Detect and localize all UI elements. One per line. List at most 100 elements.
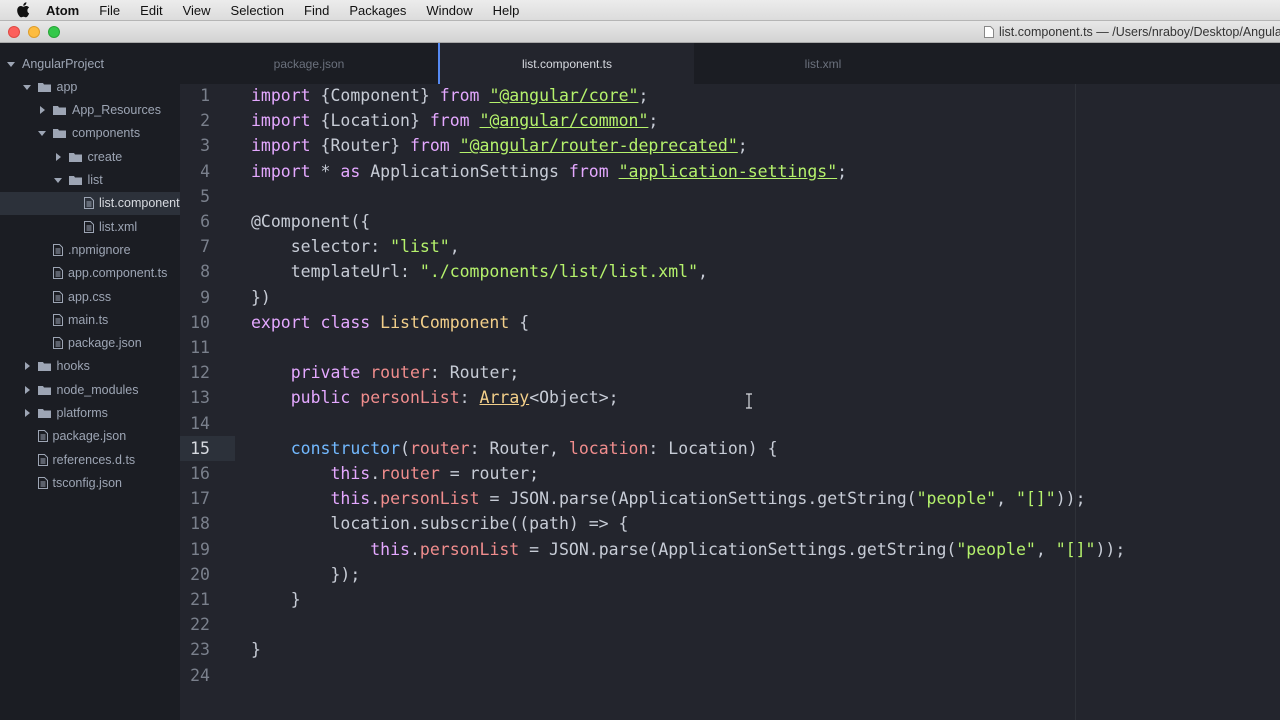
code-token: as — [340, 161, 361, 181]
code-token: router — [409, 438, 470, 458]
file-text-icon — [53, 267, 63, 280]
tab-package-json[interactable]: package.json — [180, 43, 438, 84]
menu-window[interactable]: Window — [426, 3, 472, 18]
tree-item-tsconfig-json[interactable]: tsconfig.json — [0, 471, 180, 494]
code-line: public personList: Array<Object>; — [251, 385, 619, 410]
tree-item-main-ts[interactable]: main.ts — [0, 308, 180, 331]
file-text-icon — [53, 243, 63, 256]
menu-atom[interactable]: Atom — [46, 3, 79, 18]
close-window-button[interactable] — [8, 26, 20, 38]
tree-item-npmignore[interactable]: .npmignore — [0, 238, 180, 261]
tree-item-components[interactable]: components — [0, 122, 180, 145]
menu-selection[interactable]: Selection — [231, 3, 284, 18]
code-line: } — [251, 587, 301, 612]
code-line: this.personList = JSON.parse(Application… — [251, 486, 1086, 511]
menu-find[interactable]: Find — [304, 3, 329, 18]
tree-item-label: list.xml — [99, 219, 138, 234]
code-token: )); — [1055, 489, 1086, 509]
chevron-right-icon[interactable] — [38, 106, 46, 115]
tree-item-label: create — [87, 149, 123, 164]
tree-item-angularproject[interactable]: AngularProject — [0, 52, 180, 75]
code-token: from — [439, 86, 480, 105]
code-line: import {Location} from "@angular/common"… — [251, 108, 658, 133]
minimize-window-button[interactable] — [28, 26, 40, 38]
tree-item-platforms[interactable]: platforms — [0, 402, 180, 425]
code-token: templateUrl: — [251, 262, 420, 282]
tree-item-hooks[interactable]: hooks — [0, 355, 180, 378]
folder-icon — [68, 152, 82, 162]
code-token: this — [330, 489, 371, 509]
menu-packages[interactable]: Packages — [349, 3, 406, 18]
code-token: ( — [400, 438, 410, 458]
tab-list-component-ts[interactable]: list.component.ts — [438, 43, 694, 84]
line-number: 5 — [200, 186, 210, 206]
file-text-icon — [37, 453, 48, 466]
code-token: )); — [1095, 539, 1126, 559]
tree-item-label: package.json — [68, 336, 142, 351]
file-text-icon — [53, 313, 63, 326]
tree-item-label: references.d.ts — [52, 452, 136, 467]
code-line: import {Component} from "@angular/core"; — [251, 84, 648, 108]
code-line: this.personList = JSON.parse(Application… — [251, 537, 1125, 562]
chevron-down-icon[interactable] — [7, 60, 15, 68]
tree-item-app[interactable]: app — [0, 75, 180, 98]
menu-edit[interactable]: Edit — [140, 3, 162, 18]
tree-item-package-json[interactable]: package.json — [0, 332, 180, 355]
code-token: . — [409, 539, 420, 559]
code-token: : — [459, 388, 480, 408]
zoom-window-button[interactable] — [48, 26, 60, 38]
chevron-down-icon[interactable] — [53, 176, 62, 184]
tree-item-list-component-ts[interactable]: list.component.ts — [0, 191, 180, 215]
chevron-right-icon[interactable] — [23, 409, 31, 417]
tree-item-package-json[interactable]: package.json — [0, 425, 180, 448]
code-token: location.subscribe((path) => { — [251, 514, 629, 534]
menu-view[interactable]: View — [183, 3, 211, 18]
tab-bar: package.json list.component.ts list.xml — [180, 43, 1280, 84]
line-number: 12 — [190, 363, 210, 383]
code-token: : Router; — [429, 363, 520, 383]
tab-list-xml[interactable]: list.xml — [694, 43, 952, 84]
code-token: Array — [479, 388, 530, 408]
tree-item-node-modules[interactable]: node_modules — [0, 378, 180, 401]
tree-item-app-component-ts[interactable]: app.component.ts — [0, 262, 180, 285]
line-number: 4 — [200, 161, 210, 181]
code-token: private — [290, 363, 361, 383]
tree-item-label: tsconfig.json — [52, 475, 122, 490]
tree-item-create[interactable]: create — [0, 145, 180, 168]
code-line: import * as ApplicationSettings from "ap… — [251, 159, 847, 184]
code-token: personList — [360, 388, 460, 408]
code-token: import — [251, 111, 311, 131]
chevron-right-icon[interactable] — [23, 362, 31, 371]
code-line: import {Router} from "@angular/router-de… — [251, 133, 748, 158]
code-token: "application-settings" — [618, 161, 838, 181]
chevron-down-icon[interactable] — [22, 83, 31, 91]
chevron-down-icon[interactable] — [38, 129, 46, 137]
tree-item-label: app.component.ts — [68, 266, 168, 281]
code-token: }); — [251, 564, 361, 584]
code-editor[interactable]: 1 2 3 4 5 6 7 8 9 10 11 12 13 14 15 16 17 18 19 20 21 22 23 24 … — [180, 84, 1280, 720]
chevron-right-icon[interactable] — [54, 152, 62, 161]
code-token: from — [568, 161, 609, 181]
line-number: 11 — [190, 338, 210, 357]
tree-item-app-resources[interactable]: App_Resources — [0, 99, 180, 122]
tree-item-app-css[interactable]: app.css — [0, 285, 180, 308]
code-token: , — [1035, 539, 1056, 559]
apple-logo-icon[interactable] — [16, 2, 32, 18]
code-token: "@angular/common" — [479, 111, 649, 131]
code-token: , — [698, 262, 708, 282]
window-title-bar: list.component.ts — /Users/nraboy/Deskto… — [0, 21, 1280, 43]
folder-icon — [37, 385, 51, 395]
chevron-right-icon[interactable] — [23, 385, 31, 394]
tree-item-label: hooks — [56, 359, 90, 374]
tree-item-list-xml[interactable]: list.xml — [0, 215, 180, 238]
code-token: ListComponent — [380, 312, 510, 332]
code-token: {Component} — [310, 86, 440, 105]
tree-item-references-d-ts[interactable]: references.d.ts — [0, 448, 180, 471]
menu-help[interactable]: Help — [493, 3, 520, 18]
tree-item-list[interactable]: list — [0, 169, 180, 192]
menu-file[interactable]: File — [99, 3, 120, 18]
tab-label: list.component.ts — [521, 56, 613, 71]
